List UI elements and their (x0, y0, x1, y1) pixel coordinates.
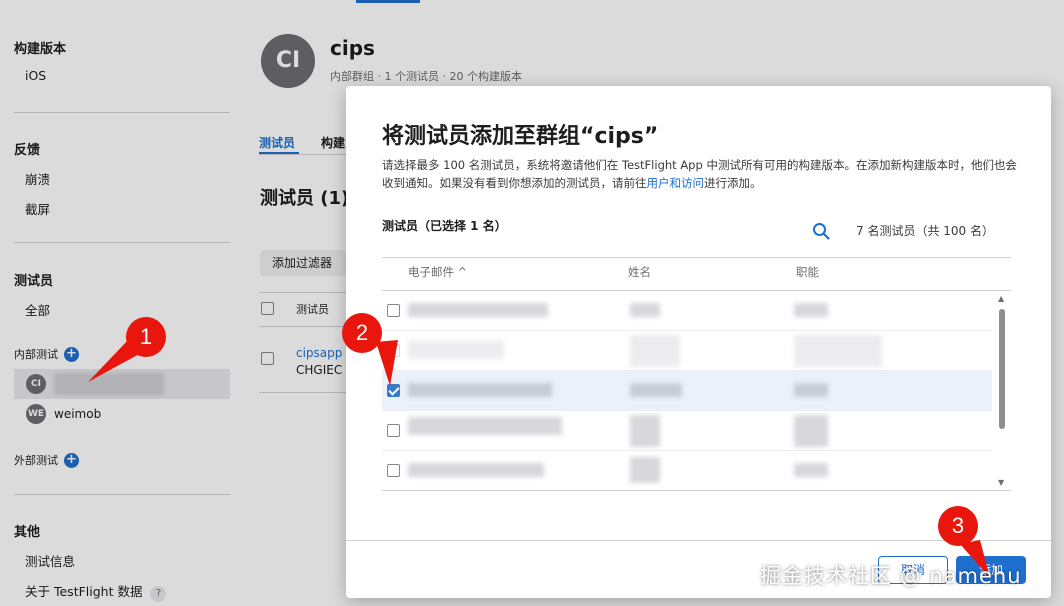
tester-total-count: 7 名测试员（共 100 名） (856, 224, 994, 238)
row-checkbox[interactable] (387, 304, 400, 317)
redacted-role (794, 415, 828, 447)
scroll-down-icon[interactable]: ▼ (998, 478, 1004, 487)
redacted-email (408, 383, 552, 397)
redacted-role (794, 463, 828, 477)
dialog-title: 将测试员添加至群组“cips” (382, 124, 659, 149)
column-header-email[interactable]: 电子邮件 ^ (408, 264, 467, 280)
users-and-access-link[interactable]: 用户和访问 (647, 176, 705, 190)
redacted-name (630, 415, 660, 447)
callout-marker-2: 2 (342, 313, 382, 353)
column-header-role: 职能 (796, 265, 819, 279)
redacted-name (630, 457, 660, 483)
watermark: 掘金技术社区 @ namehu (760, 564, 1022, 588)
description-text-end: 进行添加。 (704, 176, 762, 190)
row-checkbox[interactable] (387, 424, 400, 437)
redacted-name (630, 383, 682, 397)
dialog-description: 请选择最多 100 名测试员，系统将邀请他们在 TestFlight App 中… (382, 156, 1017, 192)
table-top-border (382, 257, 1011, 258)
table-row[interactable] (382, 331, 992, 371)
column-header-name: 姓名 (628, 265, 651, 279)
callout-marker-3: 3 (938, 506, 978, 546)
table-scrollbar[interactable]: ▲ ▼ (996, 294, 1008, 490)
table-bottom-border (382, 490, 1011, 491)
table-row[interactable] (382, 291, 992, 331)
redacted-email (408, 341, 504, 359)
table-row[interactable] (382, 411, 992, 451)
scroll-thumb[interactable] (999, 309, 1005, 429)
redacted-email (408, 417, 562, 435)
tester-table-body (382, 291, 1011, 491)
redacted-role (794, 335, 882, 367)
table-row[interactable] (382, 451, 992, 491)
redacted-name (630, 335, 680, 367)
redacted-role (794, 383, 828, 397)
redacted-role (794, 303, 828, 317)
table-row-selected[interactable] (382, 371, 992, 411)
row-checkbox[interactable] (387, 464, 400, 477)
scroll-up-icon[interactable]: ▲ (998, 294, 1004, 303)
callout-marker-1: 1 (126, 317, 166, 357)
redacted-email (408, 463, 544, 477)
selected-count-label: 测试员（已选择 1 名） (382, 219, 507, 233)
search-icon[interactable] (812, 222, 830, 240)
redacted-email (408, 303, 548, 317)
redacted-name (630, 303, 660, 317)
